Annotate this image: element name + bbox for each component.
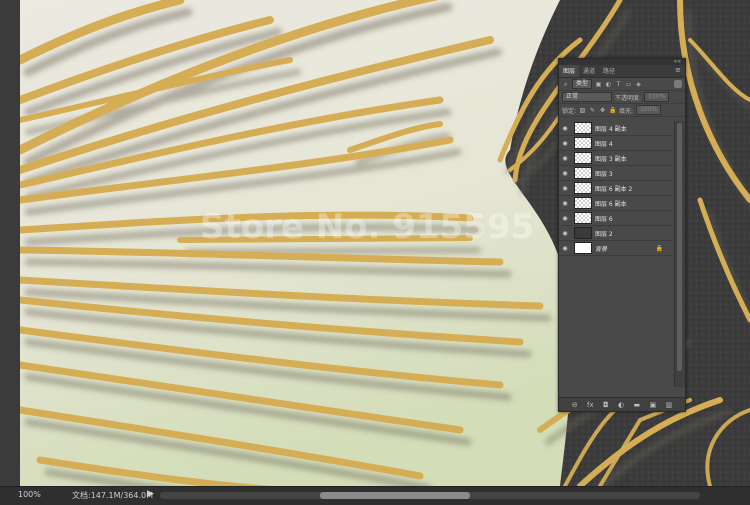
layer-thumbnail [574, 197, 592, 209]
layer-row-background[interactable]: ◉ 背景 🔒 [559, 241, 673, 256]
collapse-panel-icon[interactable]: «« [674, 58, 681, 65]
layer-thumbnail [574, 122, 592, 134]
layer-thumbnail [574, 227, 592, 239]
filter-search-icon: ⌕ [563, 80, 568, 88]
fx-icon[interactable]: fx [587, 401, 594, 409]
layer-name: 图层 2 [595, 230, 613, 238]
document-size-info: 文档:147.1M/364.0M [72, 491, 153, 500]
eye-icon[interactable]: ◉ [559, 170, 571, 177]
filter-shape-icon[interactable]: ▭ [625, 81, 632, 88]
layer-row[interactable]: ◉ 图层 2 [559, 226, 673, 241]
filter-kind-select[interactable]: 类型 [572, 79, 593, 89]
tab-layers[interactable]: 图层 [559, 65, 580, 77]
filter-pixel-icon[interactable]: ▣ [595, 81, 602, 88]
fill-label: 填充: [619, 107, 634, 115]
layers-panel-footer: ⊖ fx ◘ ◐ ▬ ▣ ▥ [559, 397, 685, 411]
trash-icon[interactable]: ▥ [666, 401, 673, 409]
layer-row[interactable]: ◉ 图层 4 副本 [559, 121, 673, 136]
panel-menu-icon[interactable]: ≡ [675, 66, 681, 74]
eye-icon[interactable]: ◉ [559, 230, 571, 237]
lock-paint-icon[interactable]: ✎ [589, 107, 596, 114]
layers-scroll-thumb[interactable] [677, 123, 682, 371]
photoshop-window: Store No. 915595 100% 文档:147.1M/364.0M ▶… [0, 0, 750, 505]
group-icon[interactable]: ▬ [634, 401, 641, 409]
eye-icon[interactable]: ◉ [559, 185, 571, 192]
lock-label: 锁定: [562, 107, 577, 115]
filter-adjust-icon[interactable]: ◐ [605, 81, 612, 88]
layer-name: 图层 4 副本 [595, 125, 627, 133]
filter-row: ⌕ 类型 ▣ ◐ T ▭ ◈ [559, 78, 685, 91]
adjustment-icon[interactable]: ◐ [618, 401, 624, 409]
lock-move-icon[interactable]: ✥ [599, 107, 606, 114]
layer-thumbnail [574, 167, 592, 179]
layer-name: 图层 3 副本 [595, 155, 627, 163]
new-layer-icon[interactable]: ▣ [650, 401, 657, 409]
status-menu-arrow-icon[interactable]: ▶ [147, 489, 154, 499]
layer-thumbnail [574, 152, 592, 164]
eye-icon[interactable]: ◉ [559, 125, 571, 132]
blend-row: 正常 不透明度: 100% [559, 91, 685, 104]
eye-icon[interactable]: ◉ [559, 140, 571, 147]
layer-thumbnail [574, 182, 592, 194]
opacity-label: 不透明度: [615, 94, 642, 102]
filter-toggle[interactable] [674, 80, 682, 88]
mask-icon[interactable]: ◘ [603, 401, 609, 409]
status-bar: 100% 文档:147.1M/364.0M ▶ [0, 486, 750, 505]
eye-icon[interactable]: ◉ [559, 215, 571, 222]
eye-icon[interactable]: ◉ [559, 245, 571, 252]
layer-name: 图层 6 副本 [595, 200, 627, 208]
layers-panel: «« 图层 通道 路径 ≡ ⌕ 类型 ▣ ◐ T ▭ ◈ 正常 不透明度: 10… [558, 58, 686, 412]
layer-name: 背景 [595, 245, 608, 253]
layer-name: 图层 3 [595, 170, 613, 178]
layer-row[interactable]: ◉ 图层 4 [559, 136, 673, 151]
zoom-level[interactable]: 100% [18, 490, 41, 499]
layer-name: 图层 6 副本 2 [595, 185, 633, 193]
layer-row[interactable]: ◉ 图层 6 副本 2 [559, 181, 673, 196]
horizontal-scroll-thumb[interactable] [320, 492, 470, 499]
eye-icon[interactable]: ◉ [559, 200, 571, 207]
opacity-input[interactable]: 100% [644, 92, 670, 102]
filter-type-icon[interactable]: T [615, 81, 622, 88]
watermark-text: Store No. 915595 [200, 207, 534, 247]
layer-row[interactable]: ◉ 图层 6 副本 [559, 196, 673, 211]
lock-row: 锁定: ▨ ✎ ✥ 🔒 填充: 100% [559, 104, 685, 117]
layer-row[interactable]: ◉ 图层 3 [559, 166, 673, 181]
layers-scrollbar[interactable] [674, 121, 685, 387]
layer-thumbnail [574, 212, 592, 224]
tab-channels[interactable]: 通道 [579, 65, 599, 77]
eye-icon[interactable]: ◉ [559, 155, 571, 162]
layer-name: 图层 4 [595, 140, 613, 148]
layer-list: ◉ 图层 4 副本 ◉ 图层 4 ◉ 图层 3 副本 ◉ 图层 3 ◉ 图层 6… [559, 121, 673, 256]
blend-mode-select[interactable]: 正常 [562, 92, 612, 102]
layer-thumbnail [574, 137, 592, 149]
lock-icon: 🔒 [655, 244, 663, 252]
layer-row[interactable]: ◉ 图层 3 副本 [559, 151, 673, 166]
left-panel-strip [0, 0, 21, 486]
fill-input[interactable]: 100% [636, 105, 662, 115]
lock-transparent-icon[interactable]: ▨ [579, 107, 586, 114]
tab-paths[interactable]: 路径 [599, 65, 619, 77]
filter-smart-icon[interactable]: ◈ [635, 81, 642, 88]
link-icon[interactable]: ⊖ [572, 401, 578, 409]
layer-thumbnail [574, 242, 592, 254]
panel-tabs: 图层 通道 路径 ≡ [559, 65, 685, 78]
layer-row[interactable]: ◉ 图层 6 [559, 211, 673, 226]
layer-name: 图层 6 [595, 215, 613, 223]
lock-all-icon[interactable]: 🔒 [609, 107, 616, 114]
